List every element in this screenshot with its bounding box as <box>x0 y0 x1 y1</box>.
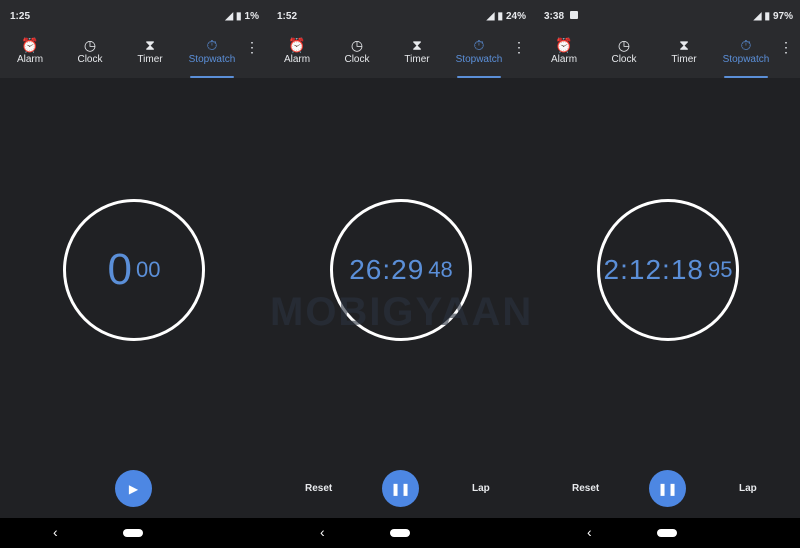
tab-timer[interactable]: ⧗ Timer <box>120 36 180 65</box>
stopwatch-icon: ⏱ <box>473 37 485 53</box>
status-time: 1:52 <box>277 11 298 22</box>
tab-alarm[interactable]: ⏰ Alarm <box>534 36 594 65</box>
active-tab-indicator <box>724 76 768 78</box>
home-pill[interactable] <box>123 529 143 537</box>
hourglass-icon: ⧗ <box>679 37 689 53</box>
home-pill[interactable] <box>390 529 410 537</box>
active-tab-indicator <box>457 76 501 78</box>
back-icon[interactable]: ‹ <box>53 524 58 540</box>
tab-bar: ⏰ Alarm ◷ Clock ⧗ Timer ⏱ Stopwatch ⋮ <box>0 30 267 78</box>
tab-bar: ⏰ Alarm ◷ Clock ⧗ Timer ⏱ Stopwatch ⋮ <box>267 30 534 78</box>
watermark: MOBIGYAAN <box>270 290 534 334</box>
signal-icon: ◢ <box>225 11 234 22</box>
navigation-bar: ‹ <box>267 518 534 548</box>
pause-icon: ❚❚ <box>390 481 411 496</box>
clock-icon: ◷ <box>83 37 97 53</box>
navigation-bar: ‹ <box>0 518 267 548</box>
signal-icon: ◢ <box>486 11 495 22</box>
lap-button[interactable]: Lap <box>739 483 757 494</box>
more-options-icon[interactable]: ⋮ <box>245 40 259 54</box>
alarm-icon: ⏰ <box>288 37 306 53</box>
home-pill[interactable] <box>657 529 677 537</box>
battery-icon: ▮ <box>497 11 503 22</box>
tab-stopwatch[interactable]: ⏱ Stopwatch <box>716 36 776 78</box>
hourglass-icon: ⧗ <box>412 37 422 53</box>
alarm-icon: ⏰ <box>555 37 573 53</box>
alarm-icon: ⏰ <box>21 37 39 53</box>
stopwatch-icon: ⏱ <box>206 37 218 53</box>
stopwatch-screen: 1:25 ◢ ▮ 1% ⏰ Alarm ◷ Clock ⧗ Timer ⏱ Stopwatch ⋮ 0… <box>0 0 267 548</box>
status-bar: 1:52 ◢ ▮ 24% <box>267 0 534 30</box>
hourglass-icon: ⧗ <box>145 37 155 53</box>
pause-button[interactable]: ❚❚ <box>382 470 419 507</box>
battery-level: 1% <box>244 11 259 22</box>
elapsed-time: 0 <box>107 245 132 294</box>
status-bar: 3:38 ◢ ▮ 97% <box>534 0 800 30</box>
pause-icon: ❚❚ <box>657 481 678 496</box>
back-icon[interactable]: ‹ <box>320 524 325 540</box>
tab-stopwatch[interactable]: ⏱ Stopwatch <box>182 36 242 78</box>
reset-button[interactable]: Reset <box>572 483 599 494</box>
tab-clock[interactable]: ◷ Clock <box>594 36 654 65</box>
tab-clock[interactable]: ◷ Clock <box>60 36 120 65</box>
tab-alarm[interactable]: ⏰ Alarm <box>0 36 60 65</box>
clock-icon: ◷ <box>617 37 631 53</box>
clock-icon: ◷ <box>350 37 364 53</box>
tab-timer[interactable]: ⧗ Timer <box>387 36 447 65</box>
elapsed-hundredths: 48 <box>428 257 453 282</box>
elapsed-hundredths: 95 <box>707 257 733 282</box>
stopwatch-screen: 3:38 ◢ ▮ 97% ⏰ Alarm ◷ Clock ⧗ Timer ⏱ Stopwatch ⋮ … <box>534 0 800 548</box>
pause-button[interactable]: ❚❚ <box>649 470 686 507</box>
active-tab-indicator <box>190 76 234 78</box>
signal-icon: ◢ <box>753 11 762 22</box>
stopwatch-dial: 0 00 <box>63 199 205 341</box>
tab-timer[interactable]: ⧗ Timer <box>654 36 714 65</box>
tab-clock[interactable]: ◷ Clock <box>327 36 387 65</box>
more-options-icon[interactable]: ⋮ <box>512 40 526 54</box>
battery-level: 24% <box>505 11 526 22</box>
lap-button[interactable]: Lap <box>472 483 490 494</box>
stopwatch-screen: 1:52 ◢ ▮ 24% ⏰ Alarm ◷ Clock ⧗ Timer ⏱ Stopwatch ⋮ … <box>267 0 534 548</box>
tab-stopwatch[interactable]: ⏱ Stopwatch <box>449 36 509 78</box>
more-options-icon[interactable]: ⋮ <box>779 40 793 54</box>
stopwatch-icon: ⏱ <box>740 37 752 53</box>
status-time: 3:38 <box>544 11 565 22</box>
battery-icon: ▮ <box>764 11 770 22</box>
elapsed-time: 26:29 <box>349 254 425 285</box>
stopwatch-dial: 2:12:18 95 <box>597 199 739 341</box>
reset-button[interactable]: Reset <box>305 483 332 494</box>
play-button[interactable]: ▶ <box>115 470 152 507</box>
tab-alarm[interactable]: ⏰ Alarm <box>267 36 327 65</box>
back-icon[interactable]: ‹ <box>587 524 592 540</box>
status-bar: 1:25 ◢ ▮ 1% <box>0 0 267 30</box>
battery-icon: ▮ <box>236 11 242 22</box>
elapsed-hundredths: 00 <box>136 257 161 282</box>
battery-level: 97% <box>772 11 793 22</box>
image-notification-icon <box>570 11 578 19</box>
play-icon: ▶ <box>128 481 139 496</box>
tab-bar: ⏰ Alarm ◷ Clock ⧗ Timer ⏱ Stopwatch ⋮ <box>534 30 800 78</box>
elapsed-time: 2:12:18 <box>603 254 704 285</box>
navigation-bar: ‹ <box>534 518 800 548</box>
status-time: 1:25 <box>10 11 31 22</box>
